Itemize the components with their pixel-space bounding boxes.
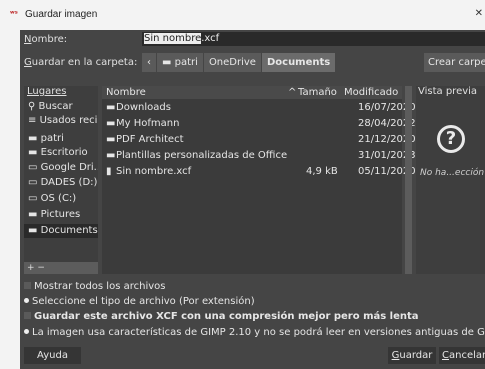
breadcrumb-documents[interactable]: Documents [261,53,336,72]
folder-icon: ▬ [28,133,41,144]
expander-icon [24,329,29,334]
file-name: Sin nombre.xcf [116,166,192,177]
place-google-drive[interactable]: ▭ Google Dri... [24,161,98,175]
file-name: PDF Architect [116,134,184,145]
show-all-files-label: Mostrar todos los archivos [34,281,166,292]
compatibility-expander[interactable]: La imagen usa características de GIMP 2.… [24,326,485,339]
place-pictures[interactable]: ▬ Pictures [24,208,98,222]
file-row[interactable]: ▬ PDF Architect 21/12/2020 [102,133,416,147]
drive-icon: ▭ [28,162,41,173]
breadcrumb-label: patri [174,57,198,68]
breadcrumb-patri[interactable]: ▬ patri [157,53,203,72]
file-name: Downloads [116,102,171,113]
folder-icon: ▬ [28,147,41,158]
file-row[interactable]: ▬ My Hofmann 28/04/2022 [102,117,416,131]
place-buscar[interactable]: ⚲ Buscar [24,100,98,114]
place-escritorio[interactable]: ▬ Escritorio [24,146,98,160]
place-label: Buscar [38,101,73,112]
close-icon[interactable]: ✕ [475,8,483,19]
column-modified-header[interactable]: Modificado [344,86,398,99]
compression-checkbox[interactable]: Guardar este archivo XCF con una compres… [24,310,419,323]
file-list-header: Nombre ^ Tamaño Modificado [102,86,402,99]
place-label: Google Dri... [40,162,98,173]
place-os[interactable]: ▭ OS (C:) [24,192,98,206]
drive-icon: ▭ [28,177,41,188]
folder-icon: ▬ [106,134,116,145]
place-dades[interactable]: ▭ DADES (D:) [24,176,98,190]
search-icon: ⚲ [28,101,39,112]
expander-icon [24,298,29,303]
compatibility-warning-label: La imagen usa características de GIMP 2.… [32,327,485,338]
places-add-remove-bar[interactable]: + − [24,262,98,274]
file-name: My Hofmann [116,118,180,129]
folder-icon: ▬ [28,209,41,220]
filename-input[interactable]: Sin nombre.xcf [142,32,485,46]
breadcrumb-onedrive[interactable]: OneDrive [203,53,261,72]
checkbox-icon [24,282,31,289]
preview-note: No ha...ección [420,168,485,178]
folder-icon: ▬ [28,225,41,236]
folder-icon: ▬ [106,150,116,161]
file-type-label: Seleccione el tipo de archivo (Por exten… [32,296,255,307]
file-type-expander[interactable]: Seleccione el tipo de archivo (Por exten… [24,295,255,308]
file-row[interactable]: ▬ Downloads 16/07/2020 [102,101,416,115]
file-row[interactable]: ▮ Sin nombre.xcf 4,9 kB 05/11/2020 [102,165,416,179]
title-bar: ʷˢ Guardar imagen ✕ [0,0,485,30]
place-label: Pictures [40,209,81,220]
cancel-button[interactable]: Cancelar [439,347,485,364]
folder-label: Guardar en la carpeta: [24,57,138,68]
folder-icon: ▬ [106,102,116,113]
place-label: Documents [40,225,98,236]
place-recent[interactable]: ≡ Usados reci... [24,114,98,128]
file-icon: ▮ [106,166,112,177]
gimp-icon: ʷˢ [10,9,18,18]
folder-icon: ▬ [162,57,175,68]
preview-header: Vista previa [418,86,478,97]
file-row[interactable]: ▬ Plantillas personalizadas de Office 31… [102,149,416,163]
column-name-header[interactable]: Nombre [106,86,146,99]
window-title: Guardar imagen [25,9,98,20]
filename-selected-text: Sin nombre [144,33,202,44]
places-header-label: Lugares [27,86,67,97]
save-dialog: Nombre: Sin nombre.xcf Guardar en la car… [20,30,485,369]
question-mark-icon: ? [437,125,465,153]
create-folder-button[interactable]: Crear carpeta [424,53,485,72]
place-label: Escritorio [40,147,88,158]
save-button[interactable]: Guardar [388,347,436,364]
compression-label: Guardar este archivo XCF con una compres… [34,311,419,322]
checkbox-icon [24,312,31,319]
help-button[interactable]: Ayuda [24,347,81,364]
place-label: Usados reci... [39,115,98,126]
file-name: Plantillas personalizadas de Office [116,150,288,161]
place-label: OS (C:) [40,193,77,204]
filename-extension: .xcf [201,33,220,44]
file-list-scrollbar[interactable] [405,86,412,274]
column-size-header[interactable]: Tamaño [298,86,337,99]
show-all-files-checkbox[interactable]: Mostrar todos los archivos [24,280,165,293]
file-size: 4,9 kB [306,166,338,177]
place-documents[interactable]: ▬ Documents [24,224,98,238]
place-patri[interactable]: ▬ patri [24,132,98,146]
preview-panel [416,86,485,274]
breadcrumb: ‹ ▬ patri OneDrive Documents [142,53,336,72]
name-label: Nombre: [24,34,68,45]
place-label: DADES (D:) [40,177,98,188]
sort-arrow-icon: ^ [288,87,297,98]
recent-icon: ≡ [28,115,40,126]
breadcrumb-back-button[interactable]: ‹ [142,53,156,72]
drive-icon: ▭ [28,193,41,204]
folder-icon: ▬ [106,118,116,129]
place-label: patri [40,133,64,144]
places-header[interactable]: Lugares [24,86,98,99]
